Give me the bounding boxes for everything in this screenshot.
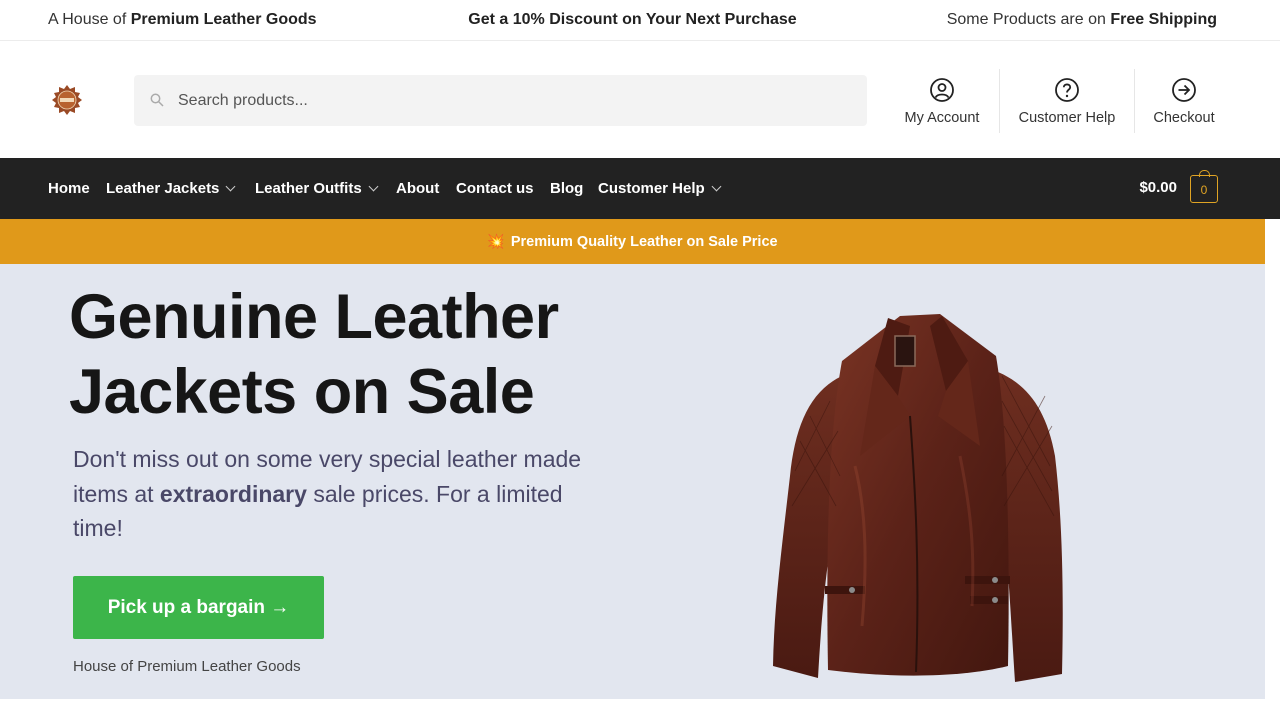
checkout-label: Checkout: [1153, 110, 1215, 126]
leather-seal-icon: [52, 85, 82, 115]
hero-desc-bold: extraordinary: [159, 480, 307, 507]
nav-item-label: Home: [48, 180, 90, 197]
page-bottom-strip: [0, 699, 1280, 720]
chevron-down-icon: [225, 181, 236, 192]
nav-item-home[interactable]: Home: [48, 180, 90, 197]
nav-item-leather-outfits[interactable]: Leather Outfits: [255, 180, 379, 197]
nav-item-blog[interactable]: Blog: [550, 180, 583, 197]
chevron-down-icon: [711, 181, 722, 192]
search-input[interactable]: [178, 75, 838, 126]
search-icon: [150, 93, 164, 107]
hero-tagline: House of Premium Leather Goods: [73, 658, 301, 675]
topbar-right-prefix: Some Products are on: [946, 11, 1111, 28]
leather-jacket-image[interactable]: [770, 306, 1066, 690]
nav-item-label: Leather Jackets: [106, 180, 220, 197]
hero-description: Don't miss out on some very special leat…: [73, 442, 593, 546]
site-logo[interactable]: [52, 85, 82, 115]
arrow-right-circle-icon: [1172, 78, 1196, 102]
checkout-link[interactable]: Checkout: [1146, 69, 1222, 133]
my-account-label: My Account: [904, 110, 980, 126]
main-navigation: Home Leather Jackets Leather Outfits Abo…: [0, 158, 1280, 219]
hero-title-line-1: Genuine Leather: [69, 282, 559, 352]
my-account-link[interactable]: My Account: [897, 69, 987, 133]
pick-up-bargain-button[interactable]: Pick up a bargain →: [73, 576, 324, 639]
explosion-icon: 💥: [487, 233, 505, 249]
cart-count-badge[interactable]: 0: [1190, 170, 1218, 203]
hero-section: Genuine Leather Jackets on Sale Don't mis…: [0, 264, 1265, 699]
hero-title-line-2: Jackets on Sale: [69, 357, 535, 427]
topbar-right-bold: Free Shipping: [1110, 11, 1217, 28]
nav-item-customer-help[interactable]: Customer Help: [598, 180, 722, 197]
nav-item-label: Blog: [550, 180, 584, 197]
chevron-down-icon: [368, 181, 379, 192]
top-info-bar: A House of Premium Leather Goods Get a 1…: [0, 0, 1280, 41]
nav-item-contact[interactable]: Contact us: [456, 180, 534, 197]
nav-item-about[interactable]: About: [396, 180, 439, 197]
promo-banner: 💥 Premium Quality Leather on Sale Price: [0, 219, 1265, 264]
nav-item-label: Leather Outfits: [255, 180, 362, 197]
customer-help-label: Customer Help: [1018, 110, 1116, 126]
nav-item-label: Contact us: [456, 180, 534, 197]
nav-item-label: About: [396, 180, 440, 197]
promo-label: Premium Quality Leather on Sale Price: [510, 234, 778, 250]
promo-text: 💥 Premium Quality Leather on Sale Price: [487, 233, 777, 250]
question-circle-icon: [1055, 78, 1079, 102]
search-bar: [134, 75, 867, 126]
nav-item-label: Customer Help: [598, 180, 705, 197]
customer-help-link[interactable]: Customer Help: [1012, 69, 1122, 133]
nav-item-leather-jackets[interactable]: Leather Jackets: [106, 180, 236, 197]
cart-total[interactable]: $0.00: [1139, 179, 1177, 196]
header-divider: [1134, 69, 1135, 133]
user-circle-icon: [930, 78, 954, 102]
topbar-right-text: Some Products are on Free Shipping: [947, 11, 1217, 29]
header-divider: [999, 69, 1000, 133]
hero-title: Genuine Leather Jackets on Sale: [69, 280, 629, 430]
site-header: My Account Customer Help Checkout: [0, 41, 1280, 158]
